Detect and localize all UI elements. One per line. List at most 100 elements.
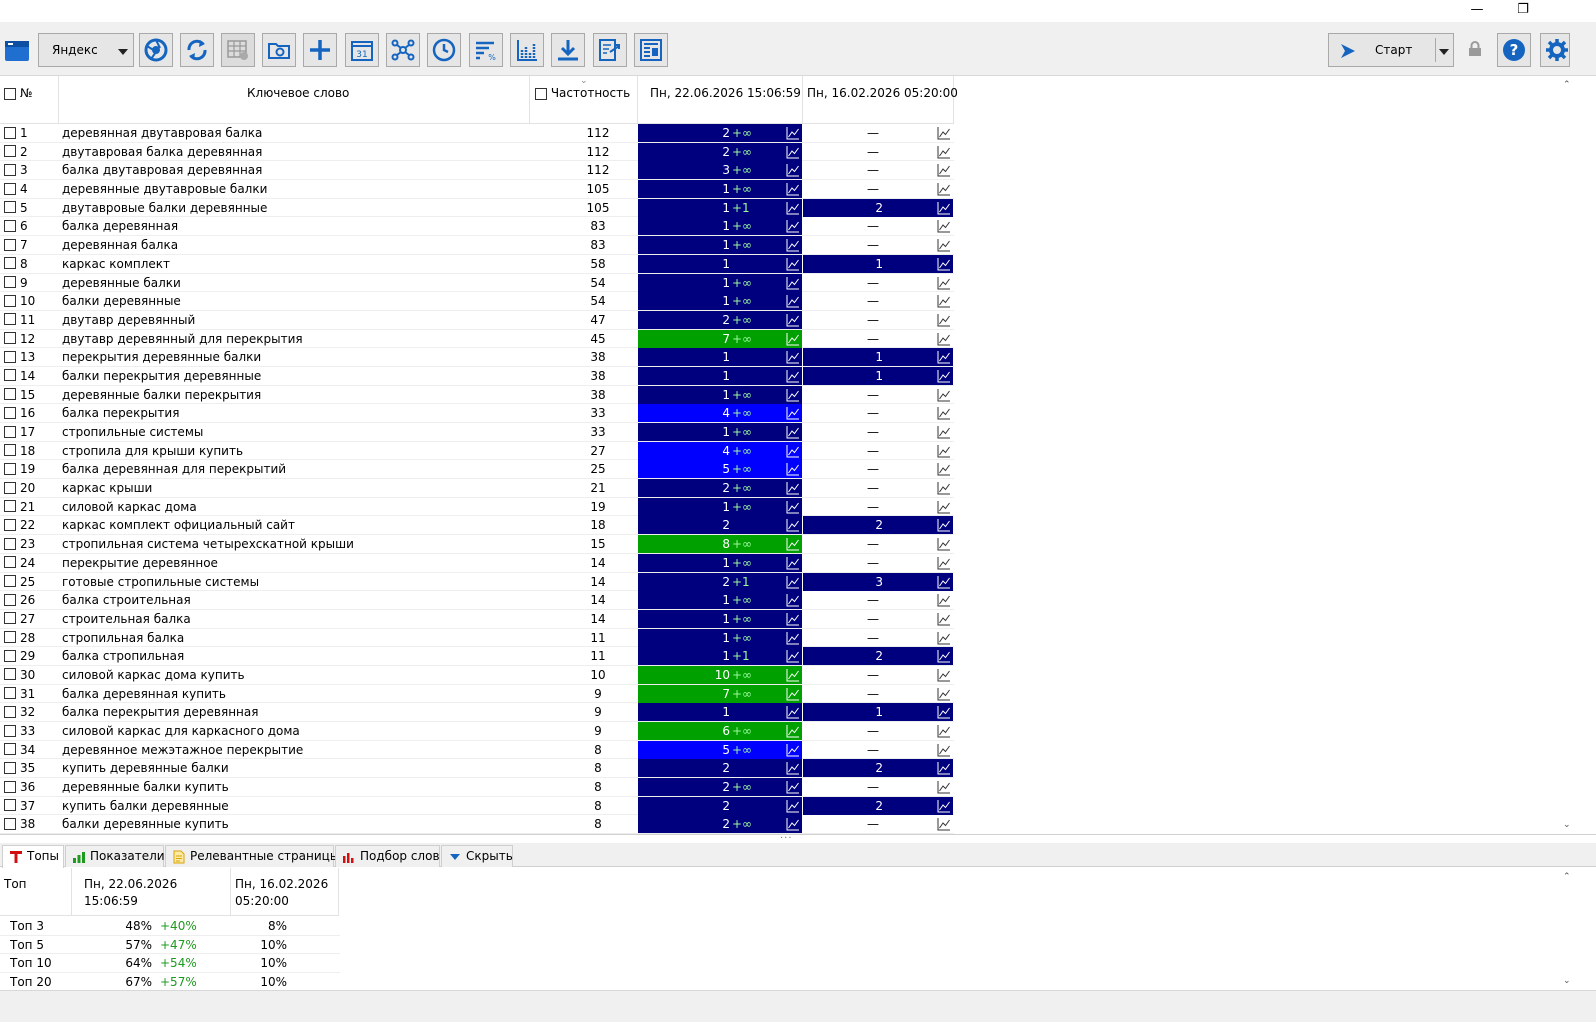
row-checkbox[interactable] xyxy=(4,276,16,288)
keyword-cell[interactable]: двутавр деревянный для перекрытия xyxy=(62,330,528,348)
tops-scroll-down-icon[interactable]: ⌄ xyxy=(1563,976,1571,986)
table-row[interactable]: 34 деревянное межэтажное перекрытие 8 5 +∞ — xyxy=(0,740,954,760)
tab-relevant-pages[interactable]: Релевантные страницы xyxy=(165,845,339,867)
position-chart-icon[interactable] xyxy=(937,126,951,140)
position-cell[interactable]: 1 xyxy=(803,703,953,722)
position-chart-icon[interactable] xyxy=(786,612,800,626)
position-cell[interactable]: 2 +∞ xyxy=(638,479,802,498)
keyword-cell[interactable]: перекрытие деревянное xyxy=(62,554,528,572)
tab-hide[interactable]: Скрыть xyxy=(441,845,513,867)
position-chart-icon[interactable] xyxy=(786,238,800,252)
position-chart-icon[interactable] xyxy=(937,145,951,159)
keyword-cell[interactable]: балка двутавровая деревянная xyxy=(62,161,528,179)
position-chart-icon[interactable] xyxy=(786,500,800,514)
table-row[interactable]: 26 балка строительная 14 1 +∞ — xyxy=(0,591,954,610)
position-chart-icon[interactable] xyxy=(937,294,951,308)
keyword-cell[interactable]: балка деревянная купить xyxy=(62,685,528,703)
keyword-cell[interactable]: купить балки деревянные xyxy=(62,797,528,815)
position-chart-icon[interactable] xyxy=(937,388,951,402)
row-checkbox[interactable] xyxy=(4,238,16,251)
table-settings-button[interactable] xyxy=(221,33,255,67)
keyword-cell[interactable]: готовые стропильные системы xyxy=(62,573,528,591)
position-chart-icon[interactable] xyxy=(937,332,951,346)
position-cell[interactable]: 1 +∞ xyxy=(638,180,802,199)
table-row[interactable]: 27 строительная балка 14 1 +∞ — xyxy=(0,609,954,629)
position-cell[interactable]: 1 +∞ xyxy=(638,292,802,311)
calendar-button[interactable]: 31 xyxy=(345,33,379,67)
tab-indicators[interactable]: Показатели xyxy=(65,845,165,867)
position-chart-icon[interactable] xyxy=(937,668,951,682)
position-chart-icon[interactable] xyxy=(786,126,800,140)
row-checkbox[interactable] xyxy=(4,500,16,513)
position-cell[interactable]: 1 +∞ xyxy=(638,273,802,292)
position-chart-icon[interactable] xyxy=(937,780,951,794)
row-checkbox[interactable] xyxy=(4,593,16,606)
position-cell[interactable]: 2 +∞ xyxy=(638,124,802,142)
position-chart-icon[interactable] xyxy=(937,425,951,439)
keyword-cell[interactable]: силовой каркас дома xyxy=(62,498,528,516)
keyword-cell[interactable]: деревянная балка xyxy=(62,236,528,254)
position-cell[interactable]: 2 xyxy=(638,759,802,778)
position-chart-icon[interactable] xyxy=(937,163,951,177)
row-checkbox[interactable] xyxy=(4,780,16,793)
table-row[interactable]: 13 перекрытия деревянные балки 38 1 1 xyxy=(0,348,954,367)
table-row[interactable]: 32 балка перекрытия деревянная 9 1 1 xyxy=(0,703,954,722)
header-date1[interactable]: Пн, 22.06.2026 15:06:59 xyxy=(638,76,803,124)
row-checkbox[interactable] xyxy=(4,406,16,419)
frequency-checkbox[interactable] xyxy=(535,87,547,100)
position-chart-icon[interactable] xyxy=(937,518,951,532)
table-row[interactable]: 4 деревянные двутавровые балки 105 1 +∞ — xyxy=(0,180,954,199)
keyword-cell[interactable]: балка деревянная xyxy=(62,217,528,235)
keyword-cell[interactable]: стропила для крыши купить xyxy=(62,442,528,460)
position-chart-icon[interactable] xyxy=(786,201,800,215)
row-checkbox[interactable] xyxy=(4,219,16,232)
position-cell[interactable]: 1 xyxy=(638,348,802,367)
position-chart-icon[interactable] xyxy=(786,163,800,177)
report-button[interactable] xyxy=(634,33,668,67)
position-chart-icon[interactable] xyxy=(786,462,800,476)
keyword-cell[interactable]: двутавровая балка деревянная xyxy=(62,143,528,161)
position-chart-icon[interactable] xyxy=(786,388,800,402)
row-checkbox[interactable] xyxy=(4,350,16,363)
row-checkbox[interactable] xyxy=(4,201,16,214)
position-chart-icon[interactable] xyxy=(786,257,800,271)
table-row[interactable]: 12 двутавр деревянный для перекрытия 45 7 +∞… xyxy=(0,329,954,349)
position-cell[interactable]: 1 xyxy=(803,348,953,367)
position-cell[interactable]: 2 +∞ xyxy=(638,778,802,797)
keyword-cell[interactable]: балка строительная xyxy=(62,591,528,609)
position-chart-icon[interactable] xyxy=(786,444,800,458)
position-cell[interactable]: 2 +∞ xyxy=(638,310,802,329)
header-date2[interactable]: Пн, 16.02.2026 05:20:00 xyxy=(803,76,958,124)
position-cell[interactable]: 7 +∞ xyxy=(638,329,802,348)
position-chart-icon[interactable] xyxy=(937,743,951,757)
row-checkbox[interactable] xyxy=(4,388,16,401)
export-button[interactable] xyxy=(593,33,627,67)
table-row[interactable]: 1 деревянная двутавровая балка 112 2 +∞ — xyxy=(0,124,954,143)
help-button[interactable]: ? xyxy=(1497,33,1531,67)
refresh-button[interactable] xyxy=(180,33,214,67)
position-chart-icon[interactable] xyxy=(786,182,800,196)
position-cell[interactable]: 8 +∞ xyxy=(638,535,802,554)
position-cell[interactable]: 2 +∞ xyxy=(638,815,802,834)
position-cell[interactable]: 1 +∞ xyxy=(638,553,802,572)
position-chart-icon[interactable] xyxy=(786,649,800,663)
row-checkbox[interactable] xyxy=(4,126,16,139)
row-checkbox[interactable] xyxy=(4,462,16,475)
position-chart-icon[interactable] xyxy=(786,481,800,495)
network-button[interactable] xyxy=(386,33,420,67)
browser-button[interactable] xyxy=(139,33,173,67)
keyword-cell[interactable]: купить деревянные балки xyxy=(62,759,528,777)
position-chart-icon[interactable] xyxy=(937,612,951,626)
position-chart-icon[interactable] xyxy=(786,687,800,701)
row-checkbox[interactable] xyxy=(4,481,16,494)
position-chart-icon[interactable] xyxy=(937,687,951,701)
position-chart-icon[interactable] xyxy=(937,705,951,719)
position-cell[interactable]: 2 xyxy=(638,516,802,535)
table-row[interactable]: 24 перекрытие деревянное 14 1 +∞ — xyxy=(0,553,954,573)
add-button[interactable] xyxy=(303,33,337,67)
row-checkbox[interactable] xyxy=(4,575,16,587)
position-chart-icon[interactable] xyxy=(937,462,951,476)
keyword-cell[interactable]: двутавровые балки деревянные xyxy=(62,199,528,217)
row-checkbox[interactable] xyxy=(4,294,16,307)
table-row[interactable]: 20 каркас крыши 21 2 +∞ — xyxy=(0,479,954,498)
